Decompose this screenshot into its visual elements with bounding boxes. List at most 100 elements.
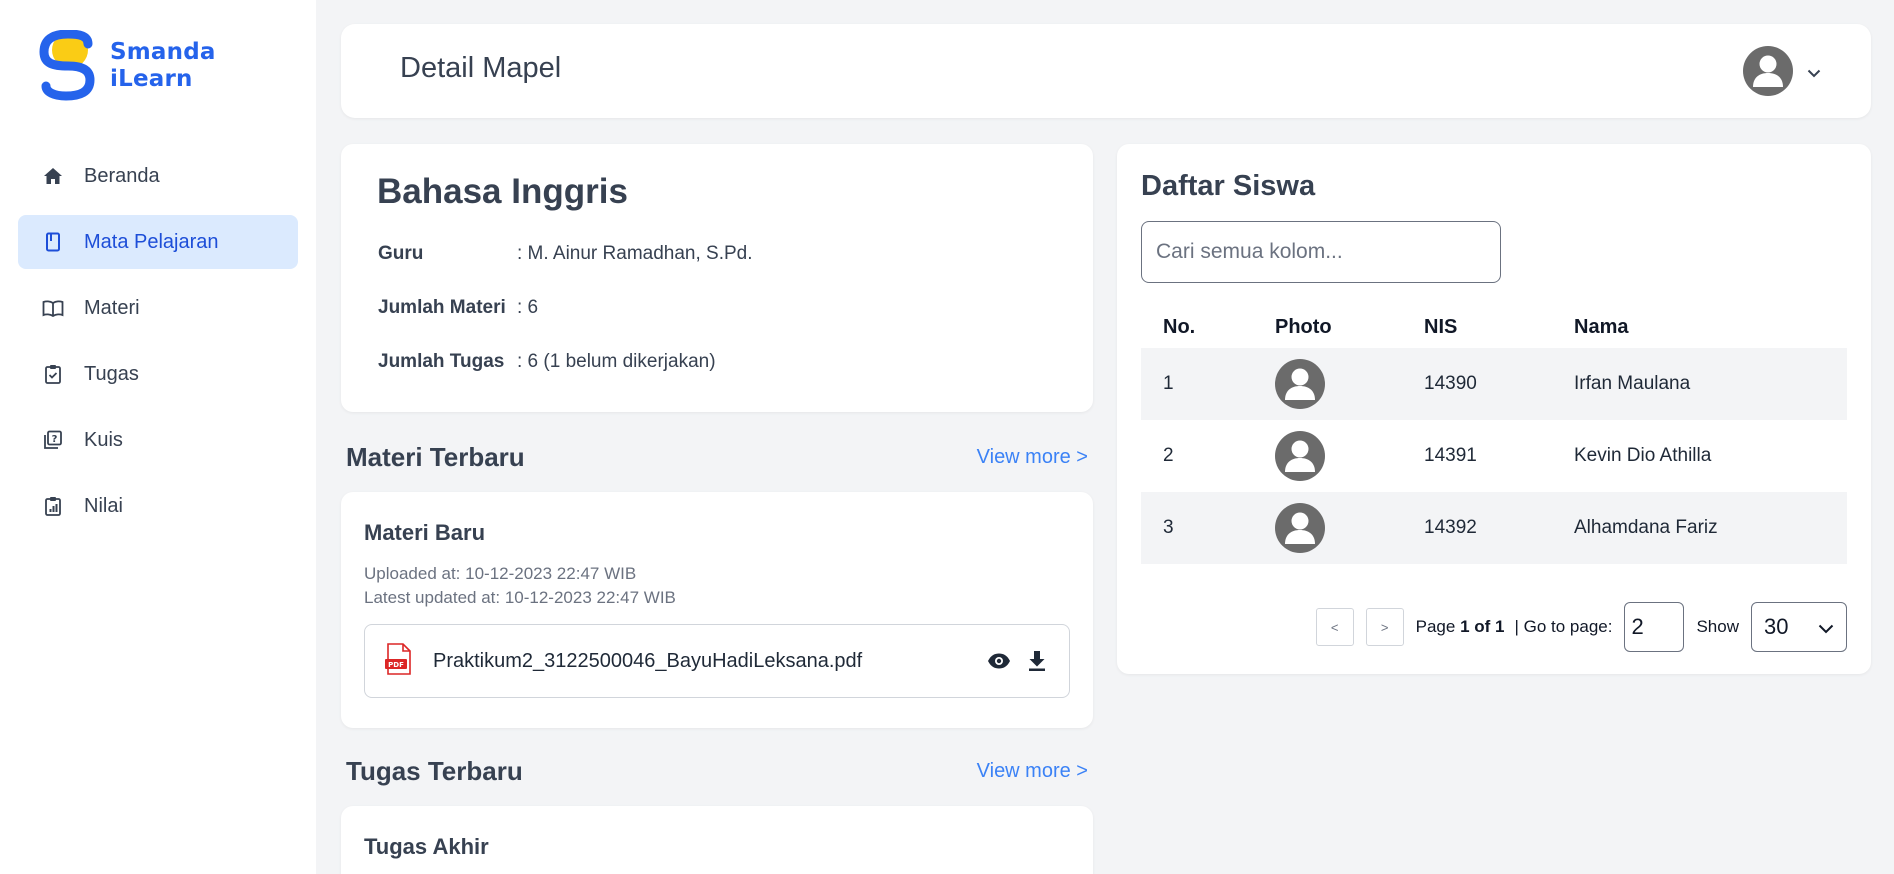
student-table: No. Photo NIS Nama 1 14390 Irfan Maulana…	[1141, 306, 1847, 564]
chevron-down-icon	[1818, 614, 1834, 640]
row-no: 3	[1141, 492, 1253, 564]
page-indicator: Page 1 of 1	[1416, 617, 1505, 637]
table-row: 3 14392 Alhamdana Fariz	[1141, 492, 1847, 564]
show-label: Show	[1696, 617, 1739, 636]
pdf-badge-text: PDF	[388, 661, 404, 669]
sidebar-item-label: Kuis	[84, 428, 123, 451]
column-header-photo[interactable]: Photo	[1253, 306, 1402, 348]
table-row: 2 14391 Kevin Dio Athilla	[1141, 420, 1847, 492]
sidebar-item-tugas[interactable]: Tugas	[18, 347, 298, 401]
sidebar-item-label: Tugas	[84, 362, 139, 385]
logo-line-1: Smanda	[110, 39, 216, 65]
tugas-view-more-link[interactable]: View more >	[977, 760, 1088, 783]
sidebar-item-kuis[interactable]: ? Kuis	[18, 413, 298, 467]
goto-label: | Go to page:	[1514, 617, 1613, 636]
sidebar-nav: Beranda Mata Pelajaran Materi Tugas ? Ku…	[18, 149, 298, 545]
subject-title: Bahasa Inggris	[377, 172, 628, 211]
tugas-title: Tugas Akhir	[364, 834, 489, 859]
sidebar-item-nilai[interactable]: Nilai	[18, 479, 298, 533]
pdf-file-icon: PDF	[385, 642, 413, 680]
row-nis: 14391	[1424, 445, 1477, 466]
quiz-icon: ?	[42, 429, 64, 451]
student-avatar	[1275, 431, 1402, 481]
report-icon	[42, 495, 64, 517]
jumlah-materi-label: Jumlah Materi	[378, 297, 506, 318]
row-nama: Alhamdana Fariz	[1552, 492, 1847, 564]
column-header-nis[interactable]: NIS	[1402, 306, 1552, 348]
eye-icon	[987, 653, 1011, 677]
jumlah-materi-row: Jumlah Materi : 6	[378, 297, 538, 319]
table-header-row: No. Photo NIS Nama	[1141, 306, 1847, 348]
jumlah-tugas-label: Jumlah Tugas	[378, 351, 505, 372]
column-header-nama[interactable]: Nama	[1552, 306, 1847, 348]
page-title: Detail Mapel	[400, 52, 562, 84]
logo-text: Smanda iLearn	[110, 39, 216, 93]
prev-page-button[interactable]: <	[1315, 608, 1354, 646]
student-avatar	[1275, 503, 1402, 553]
logo-mark-icon	[38, 29, 106, 102]
sidebar: Smanda iLearn Beranda Mata Pelajaran Mat…	[0, 0, 316, 874]
sidebar-item-mata-pelajaran[interactable]: Mata Pelajaran	[18, 215, 298, 269]
row-nis: 14390	[1402, 348, 1552, 420]
subject-card: Bahasa Inggris Guru : M. Ainur Ramadhan,…	[341, 144, 1093, 412]
tugas-card[interactable]: Tugas Akhir	[341, 806, 1093, 874]
row-nama: Irfan Maulana	[1552, 348, 1847, 420]
column-header-no[interactable]: No.	[1141, 306, 1253, 348]
materi-title: Materi Baru	[364, 520, 486, 545]
row-nama: Kevin Dio Athilla	[1574, 445, 1712, 466]
pagination: < > Page 1 of 1 | Go to page: Show 30	[1315, 602, 1847, 652]
download-icon	[1025, 651, 1049, 677]
jumlah-materi-value: : 6	[517, 297, 539, 318]
user-menu[interactable]	[1743, 46, 1821, 101]
file-actions	[973, 649, 1049, 678]
sidebar-item-label: Mata Pelajaran	[84, 230, 219, 253]
file-name: Praktikum2_3122500046_BayuHadiLeksana.pd…	[433, 649, 863, 672]
sidebar-item-beranda[interactable]: Beranda	[18, 149, 298, 203]
row-nis: 14392	[1402, 492, 1552, 564]
chevron-down-icon	[1807, 65, 1821, 83]
materi-section-header: Materi Terbaru View more >	[346, 442, 1088, 473]
home-icon	[42, 165, 64, 187]
row-no: 2	[1163, 445, 1174, 466]
materi-section-title: Materi Terbaru	[346, 442, 525, 472]
sidebar-item-materi[interactable]: Materi	[18, 281, 298, 335]
tugas-section-title: Tugas Terbaru	[346, 756, 523, 786]
page-size-value: 30	[1764, 614, 1789, 639]
materi-card[interactable]: Materi Baru Uploaded at: 10-12-2023 22:4…	[341, 492, 1093, 728]
svg-text:?: ?	[52, 434, 58, 445]
jumlah-tugas-value: : 6 (1 belum dikerjakan)	[517, 351, 716, 372]
materi-updated-at: Latest updated at: 10-12-2023 22:47 WIB	[364, 588, 676, 607]
top-header: Detail Mapel	[341, 24, 1871, 118]
download-file-button[interactable]	[1025, 649, 1049, 678]
jumlah-tugas-row: Jumlah Tugas : 6 (1 belum dikerjakan)	[378, 351, 716, 373]
sidebar-item-label: Materi	[84, 296, 140, 319]
book-icon	[42, 231, 64, 253]
goto-page-input[interactable]	[1624, 602, 1685, 652]
guru-value: : M. Ainur Ramadhan, S.Pd.	[517, 243, 753, 264]
next-page-button[interactable]: >	[1365, 608, 1404, 646]
file-attachment: PDF Praktikum2_3122500046_BayuHadiLeksan…	[364, 624, 1070, 698]
photo-cell	[1253, 492, 1402, 564]
guru-row: Guru : M. Ainur Ramadhan, S.Pd.	[378, 243, 753, 265]
app-logo[interactable]: Smanda iLearn	[38, 29, 216, 102]
materi-view-more-link[interactable]: View more >	[977, 446, 1088, 469]
sidebar-item-label: Beranda	[84, 164, 160, 187]
photo-cell	[1253, 420, 1402, 492]
open-book-icon	[42, 297, 64, 319]
view-file-button[interactable]	[987, 649, 1011, 678]
tugas-section-header: Tugas Terbaru View more >	[346, 756, 1088, 787]
photo-cell	[1253, 348, 1402, 420]
student-list-card: Daftar Siswa No. Photo NIS Nama 1 14390 …	[1117, 144, 1871, 674]
page-value: 1 of 1	[1460, 617, 1505, 636]
row-no: 1	[1141, 348, 1253, 420]
sidebar-item-label: Nilai	[84, 494, 123, 517]
page-size-select[interactable]: 30	[1751, 602, 1847, 652]
student-avatar	[1275, 359, 1402, 409]
table-row: 1 14390 Irfan Maulana	[1141, 348, 1847, 420]
clipboard-check-icon	[42, 363, 64, 385]
page-prefix: Page	[1415, 617, 1461, 636]
avatar	[1743, 46, 1793, 101]
materi-uploaded-at: Uploaded at: 10-12-2023 22:47 WIB	[364, 564, 637, 583]
logo-line-2: iLearn	[110, 66, 193, 92]
search-input[interactable]	[1141, 221, 1501, 283]
